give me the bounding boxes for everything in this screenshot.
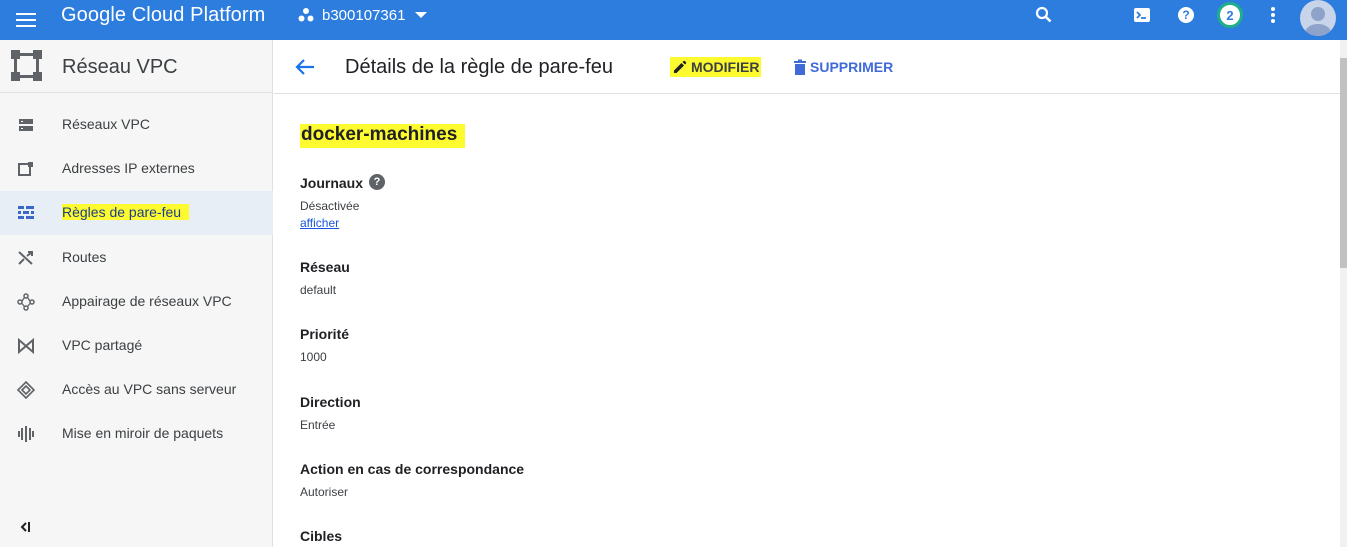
notifications-badge[interactable]: 2 (1216, 1, 1244, 29)
vpc-networks-icon (19, 119, 33, 131)
logs-label: Journaux (300, 175, 364, 191)
sidebar-item-packet-mirroring[interactable]: Mise en miroir de paquets (0, 412, 273, 456)
shared-vpc-icon (18, 337, 34, 355)
sidebar-item-vpc-networks[interactable]: Réseaux VPC (0, 103, 273, 147)
project-name: b300107361 (322, 6, 406, 24)
chevron-down-icon (415, 12, 428, 18)
logs-view-link[interactable]: afficher (300, 216, 339, 230)
priority-value: 1000 (300, 350, 327, 364)
scrollbar[interactable] (1340, 40, 1347, 547)
project-hub-icon (298, 8, 314, 22)
peering-icon (17, 293, 35, 311)
more-vert-icon[interactable] (1261, 3, 1285, 27)
direction-label: Direction (300, 394, 361, 410)
sidebar-item-label: Routes (62, 249, 107, 265)
help-circle-icon[interactable]: ? (369, 174, 385, 190)
sidebar-item-shared-vpc[interactable]: VPC partagé (0, 324, 273, 368)
sidebar-item-vpc-peering[interactable]: Appairage de réseaux VPC (0, 280, 273, 324)
serverless-access-icon (17, 381, 35, 399)
external-ip-icon (18, 162, 33, 176)
sidebar-item-routes[interactable]: Routes (0, 236, 273, 280)
top-bar: Google Cloud Platform b300107361 ? 2 (0, 0, 1347, 40)
sidebar-item-label: Réseaux VPC (62, 116, 150, 132)
action-value: Autoriser (300, 485, 349, 499)
sidebar-item-label: Accès au VPC sans serveur (62, 381, 237, 397)
sidebar-item-firewall-rules[interactable]: Règles de pare-feu (0, 191, 273, 235)
notifications-count: 2 (1217, 2, 1243, 28)
sidebar-item-label: Mise en miroir de paquets (62, 425, 224, 441)
trash-icon (794, 59, 806, 75)
back-arrow-icon[interactable] (294, 56, 316, 78)
logs-value: Désactivée (300, 199, 360, 213)
edit-button[interactable]: MODIFIER (670, 57, 762, 77)
delete-button[interactable]: SUPPRIMER (793, 57, 893, 77)
network-label: Réseau (300, 259, 350, 275)
sidebar-item-label: Adresses IP externes (62, 160, 195, 176)
sidebar-item-serverless-access[interactable]: Accès au VPC sans serveur (0, 368, 273, 412)
scrollbar-thumb[interactable] (1340, 58, 1347, 268)
collapse-sidebar-icon[interactable] (17, 519, 33, 535)
main-panel: Détails de la règle de pare-feu MODIFIER… (274, 40, 1340, 547)
sidebar-item-external-ip[interactable]: Adresses IP externes (0, 147, 273, 191)
rule-name: docker-machines (300, 124, 466, 148)
sidebar: Réseau VPC Réseaux VPC Adresses IP exter… (0, 40, 273, 547)
project-selector[interactable]: b300107361 (298, 5, 428, 25)
targets-label: Cibles (300, 528, 343, 544)
edit-label: MODIFIER (691, 59, 760, 75)
firewall-icon (18, 206, 34, 219)
sidebar-item-label: Appairage de réseaux VPC (62, 293, 232, 309)
delete-label: SUPPRIMER (810, 59, 894, 75)
direction-value: Entrée (300, 418, 336, 432)
avatar[interactable] (1300, 0, 1336, 36)
priority-label: Priorité (300, 326, 350, 342)
action-label: Action en cas de correspondance (300, 461, 525, 477)
app-title[interactable]: Google Cloud Platform (61, 3, 265, 27)
page-header: Détails de la règle de pare-feu MODIFIER… (274, 40, 1340, 94)
network-value: default (300, 283, 337, 297)
sidebar-title: Réseau VPC (62, 56, 178, 78)
sidebar-item-label: VPC partagé (62, 337, 143, 353)
menu-icon[interactable] (14, 8, 38, 32)
sidebar-header: Réseau VPC (0, 40, 272, 93)
search-icon[interactable] (1032, 3, 1056, 27)
packet-mirroring-icon (18, 426, 34, 442)
vpc-network-logo-icon (11, 50, 42, 81)
routes-icon (18, 251, 33, 265)
sidebar-item-label: Règles de pare-feu (62, 204, 190, 220)
page-title: Détails de la règle de pare-feu (345, 56, 613, 78)
pencil-icon (674, 60, 687, 73)
cloud-shell-icon[interactable] (1130, 3, 1154, 27)
help-icon[interactable]: ? (1174, 3, 1198, 27)
svg-text:?: ? (1182, 8, 1189, 22)
